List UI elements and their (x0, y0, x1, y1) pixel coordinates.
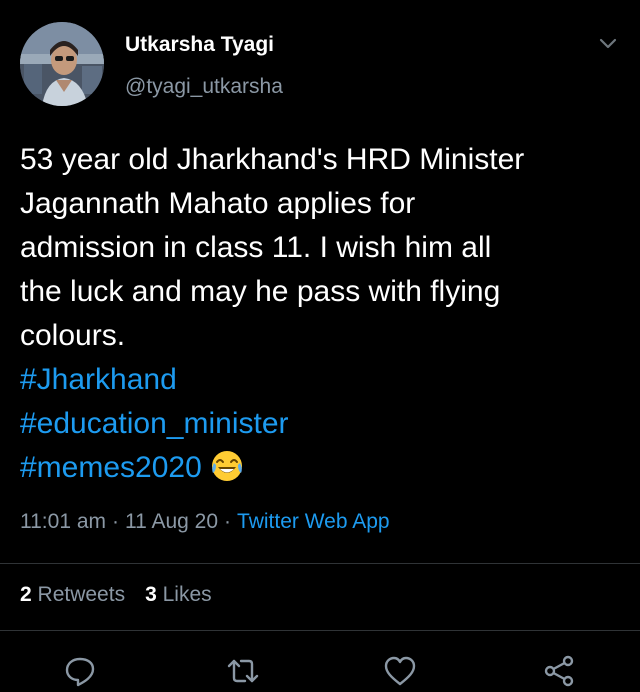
tweet-text-line: colours. (20, 319, 126, 352)
avatar[interactable] (20, 22, 104, 106)
action-bar (0, 650, 640, 692)
tweet-meta: 11:01 am · 11 Aug 20 · Twitter Web App (20, 510, 390, 534)
avatar-photo (20, 22, 104, 106)
likes-count: 3 (145, 583, 157, 606)
meta-separator: · (112, 510, 119, 533)
tweet-card: Utkarsha Tyagi @tyagi_utkarsha 53 year o… (0, 0, 640, 692)
tweet-text-line: admission in class 11. I wish him all (20, 231, 492, 264)
retweets-count: 2 (20, 583, 32, 606)
divider (0, 630, 640, 631)
display-name[interactable]: Utkarsha Tyagi (125, 33, 274, 57)
retweets-stat[interactable]: 2 Retweets (20, 583, 125, 606)
face-with-tears-of-joy-icon (210, 449, 244, 483)
tweet-text-line: 53 year old Jharkhand's HRD Minister (20, 143, 525, 176)
chevron-down-icon[interactable] (598, 36, 618, 52)
retweets-label: Retweets (37, 583, 126, 606)
hashtag-link[interactable]: #memes2020 (20, 451, 202, 484)
likes-label: Likes (162, 583, 212, 606)
share-icon[interactable] (542, 654, 576, 688)
tweet-date: 11 Aug 20 (125, 510, 219, 533)
hashtag-link[interactable]: #Jharkhand (20, 358, 620, 402)
divider (0, 563, 640, 564)
tweet-stats: 2 Retweets 3 Likes (20, 583, 212, 607)
retweet-icon[interactable] (226, 654, 260, 688)
tweet-time: 11:01 am (20, 510, 106, 533)
tweet-text-line: Jagannath Mahato applies for (20, 187, 416, 220)
like-icon[interactable] (383, 654, 417, 688)
likes-stat[interactable]: 3 Likes (145, 583, 212, 606)
hashtag-link[interactable]: #education_minister (20, 402, 620, 446)
reply-icon[interactable] (63, 654, 97, 688)
tweet-text-line: the luck and may he pass with flying (20, 275, 501, 308)
user-handle[interactable]: @tyagi_utkarsha (125, 75, 283, 99)
tweet-source-link[interactable]: Twitter Web App (237, 510, 390, 533)
meta-separator: · (224, 510, 232, 533)
hashtag-link-row: #memes2020 (20, 446, 620, 490)
tweet-text: 53 year old Jharkhand's HRD Minister Jag… (20, 138, 620, 490)
